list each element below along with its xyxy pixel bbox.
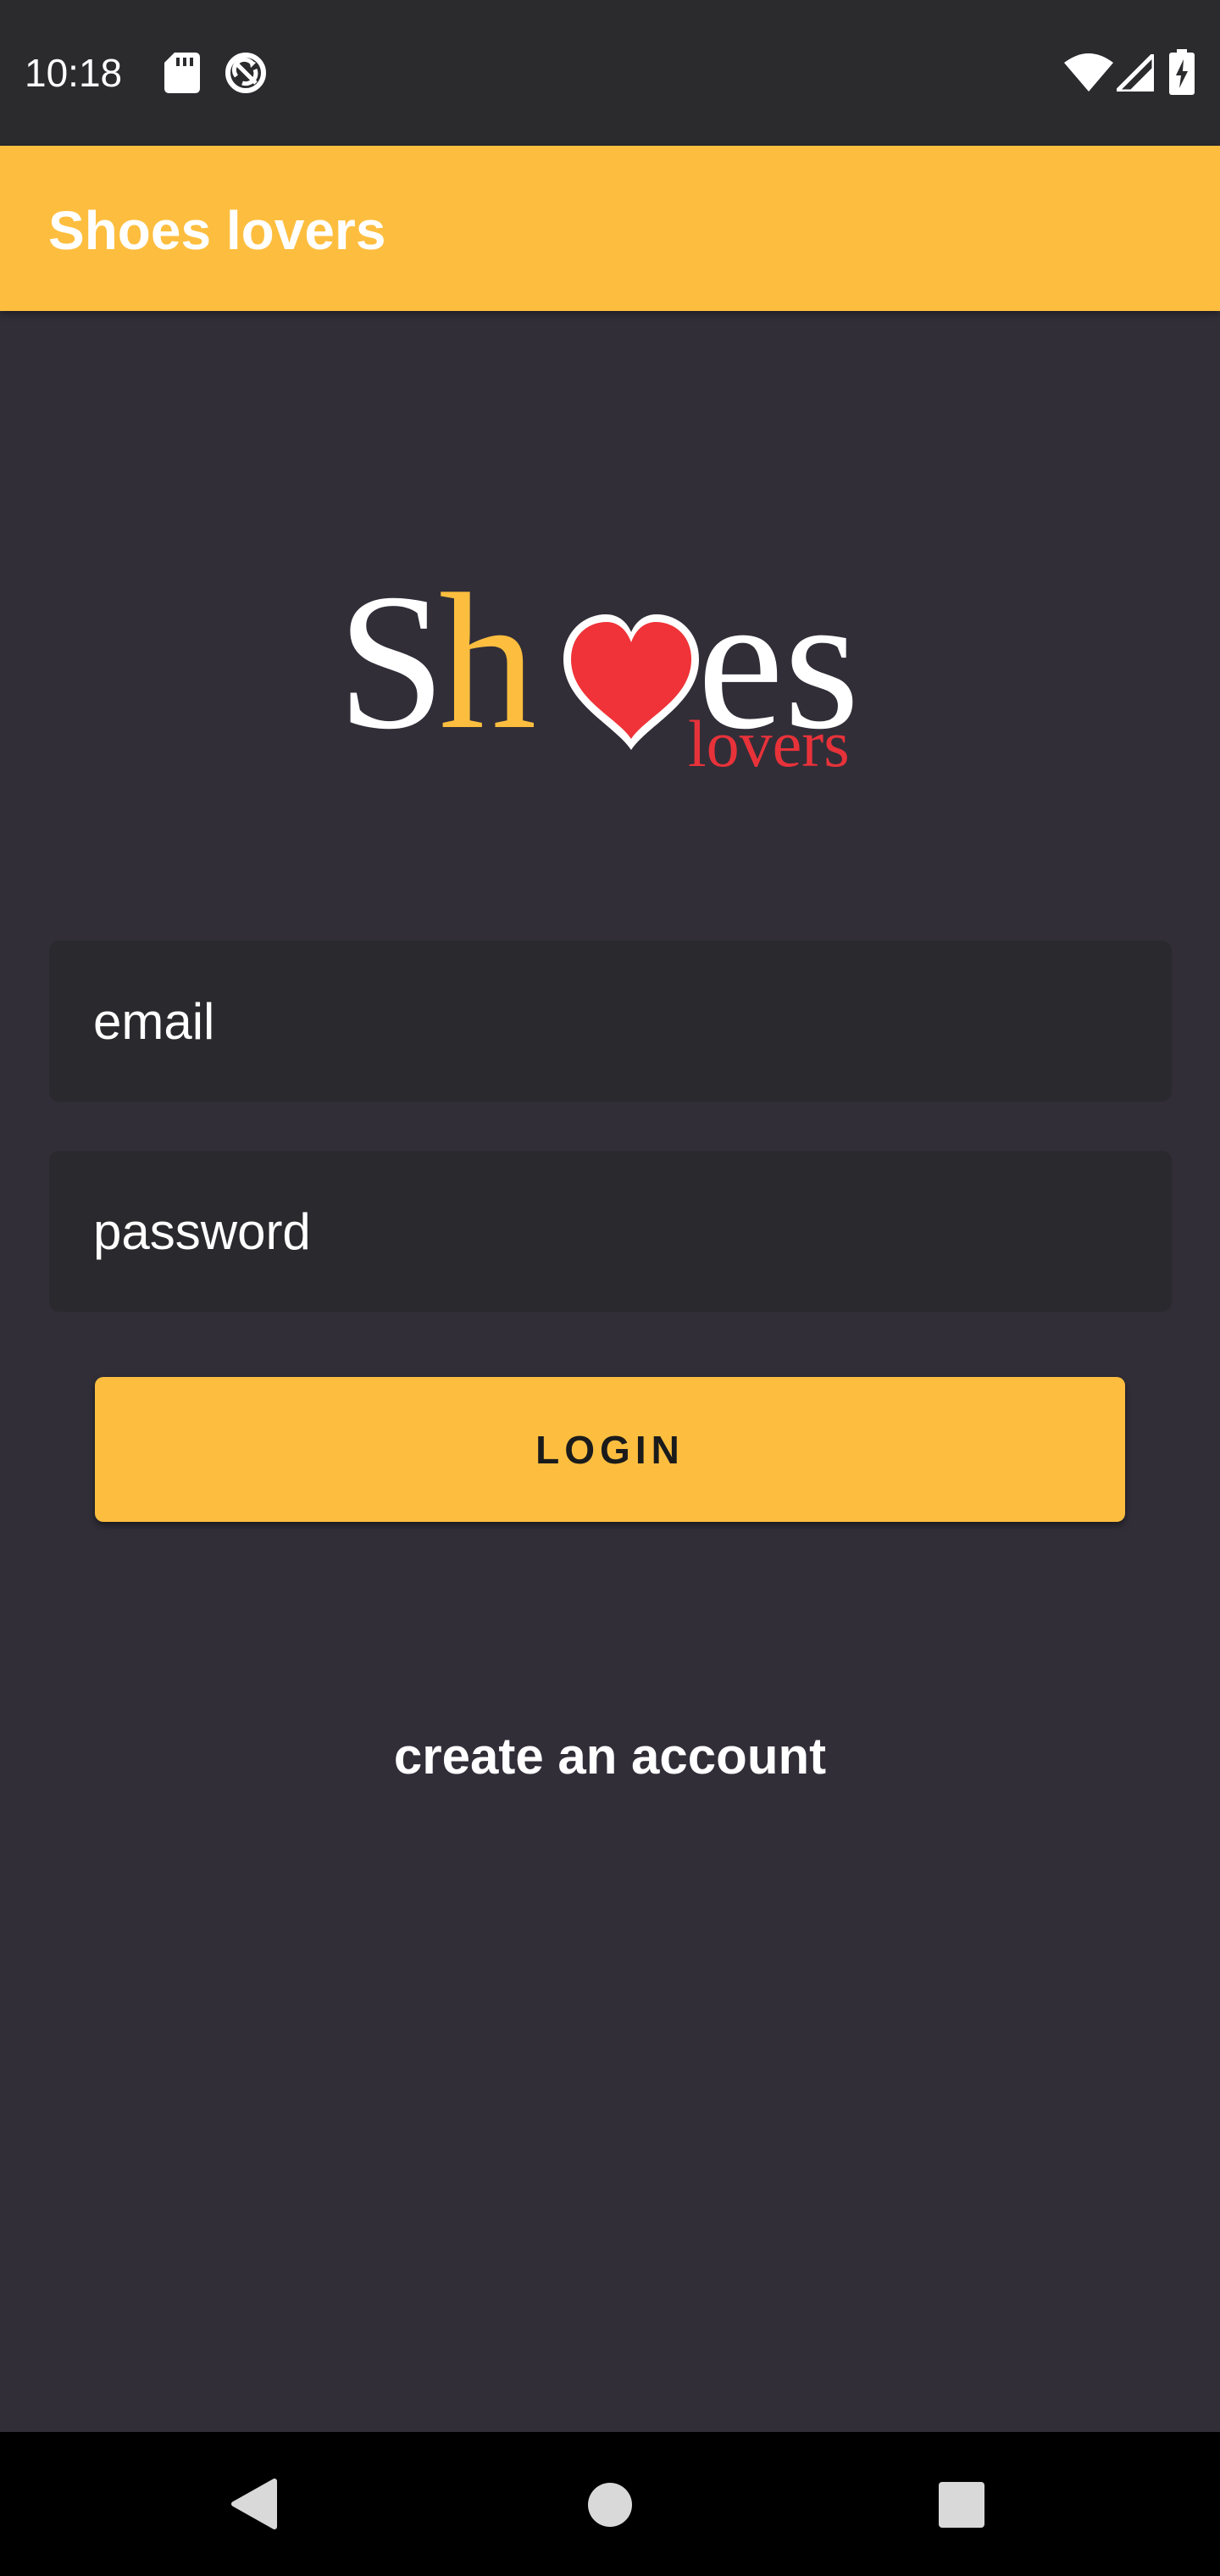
- sync-icon: [225, 53, 266, 93]
- login-button[interactable]: LOGIN: [95, 1377, 1125, 1522]
- recents-icon[interactable]: [938, 2481, 985, 2529]
- email-field-container: [49, 941, 1172, 1102]
- logo-letter-h: h: [439, 553, 536, 769]
- wifi-icon: [1064, 53, 1113, 92]
- password-field-container: [49, 1151, 1172, 1312]
- battery-charging-icon: [1169, 49, 1195, 95]
- heart-icon: [563, 614, 699, 750]
- status-bar: 10:18: [0, 0, 1220, 146]
- sd-card-icon: [164, 53, 200, 93]
- create-account-link[interactable]: create an account: [0, 1724, 1220, 1789]
- login-screen: 10:18 Shoes lovers S h es lovers email L…: [0, 0, 1220, 2576]
- signal-icon: [1117, 54, 1154, 92]
- status-time: 10:18: [25, 51, 123, 95]
- logo-letter-s: S: [337, 553, 446, 769]
- password-field[interactable]: [49, 1151, 1172, 1312]
- logo-subtitle: lovers: [688, 707, 850, 780]
- app-bar: Shoes lovers: [0, 146, 1220, 311]
- shoes-lovers-logo: S h es lovers: [337, 555, 886, 792]
- home-icon[interactable]: [586, 2481, 634, 2529]
- back-icon[interactable]: [229, 2478, 280, 2530]
- app-title: Shoes lovers: [48, 200, 386, 261]
- email-field[interactable]: [49, 941, 1172, 1102]
